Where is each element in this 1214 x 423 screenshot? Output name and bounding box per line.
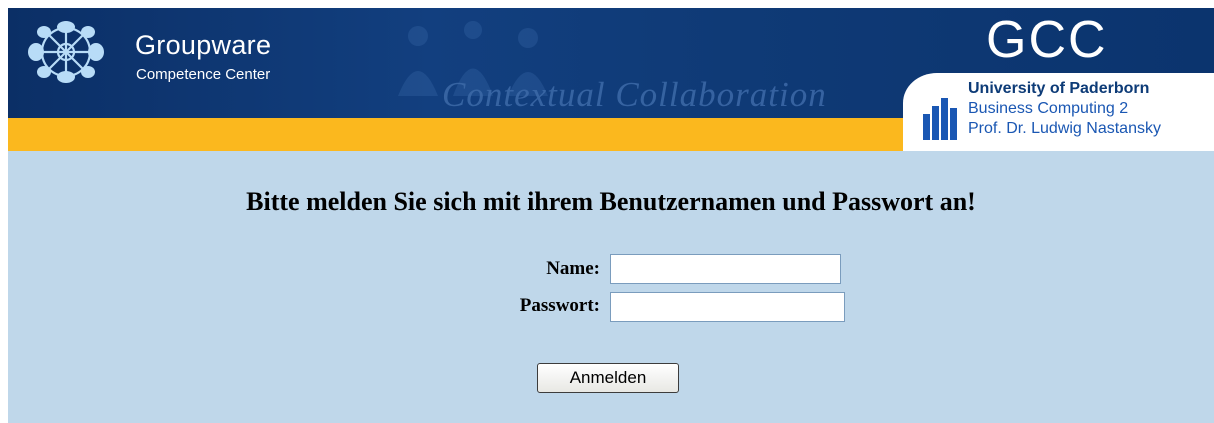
brand-subtitle: Competence Center bbox=[136, 66, 271, 83]
department-name: Business Computing 2 bbox=[968, 100, 1129, 117]
tagline: Contextual Collaboration bbox=[442, 75, 827, 114]
name-input[interactable] bbox=[610, 254, 841, 284]
password-input[interactable] bbox=[610, 292, 845, 322]
login-button[interactable]: Anmelden bbox=[537, 363, 679, 393]
login-area: Bitte melden Sie sich mit ihrem Benutzer… bbox=[8, 151, 1214, 423]
university-logo-icon bbox=[923, 98, 957, 140]
brand-title: Groupware bbox=[135, 30, 272, 60]
header-banner: Groupware Competence Center Contextual C… bbox=[8, 8, 1214, 151]
university-name: University of Paderborn bbox=[968, 80, 1150, 97]
professor-name: Prof. Dr. Ludwig Nastansky bbox=[968, 120, 1161, 137]
name-label: Name: bbox=[546, 258, 600, 279]
gcc-acronym: GCC bbox=[986, 11, 1108, 69]
groupware-logo-icon bbox=[28, 21, 104, 83]
password-label: Passwort: bbox=[519, 295, 600, 316]
page-title: Bitte melden Sie sich mit ihrem Benutzer… bbox=[246, 187, 976, 216]
university-panel: University of Paderborn Business Computi… bbox=[903, 73, 1214, 151]
